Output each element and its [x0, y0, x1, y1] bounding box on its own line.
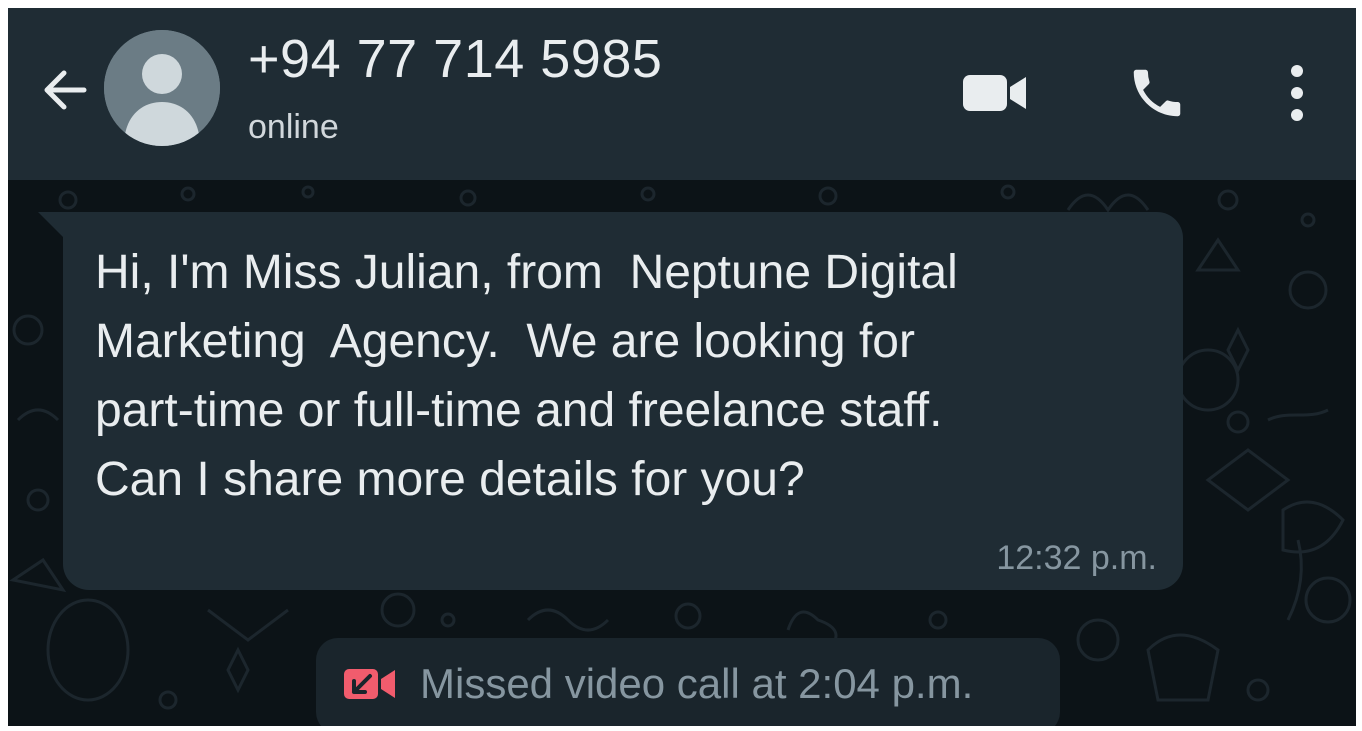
missed-call-text: Missed video call at 2:04 p.m. [420, 660, 974, 707]
voice-call-button[interactable] [1122, 58, 1192, 128]
missed-call-notice[interactable]: Missed video call at 2:04 p.m. [316, 638, 1060, 726]
incoming-message-bubble[interactable]: Hi, I'm Miss Julian, from Neptune Digita… [63, 212, 1183, 590]
phone-icon [1133, 69, 1181, 117]
avatar[interactable] [104, 30, 220, 146]
video-call-button[interactable] [960, 58, 1030, 128]
chat-area[interactable]: Hi, I'm Miss Julian, from Neptune Digita… [8, 180, 1356, 726]
missed-video-call-icon [344, 669, 395, 699]
more-vertical-icon [1291, 65, 1303, 121]
video-camera-icon [963, 75, 1026, 111]
message-text: Hi, I'm Miss Julian, from Neptune Digita… [95, 246, 958, 506]
arrow-left-icon [44, 70, 87, 110]
back-button[interactable] [34, 60, 94, 120]
message-timestamp: 12:32 p.m. [996, 539, 1157, 577]
chat-header: +94 77 714 5985 online [8, 8, 1356, 180]
contact-status: online [248, 108, 339, 146]
bubble-tail [38, 212, 66, 240]
default-user-avatar-icon [104, 30, 220, 146]
more-options-button[interactable] [1262, 58, 1332, 128]
contact-name[interactable]: +94 77 714 5985 [248, 28, 662, 90]
chat-screen: +94 77 714 5985 online Hi, I'm Miss Juli… [8, 8, 1356, 726]
